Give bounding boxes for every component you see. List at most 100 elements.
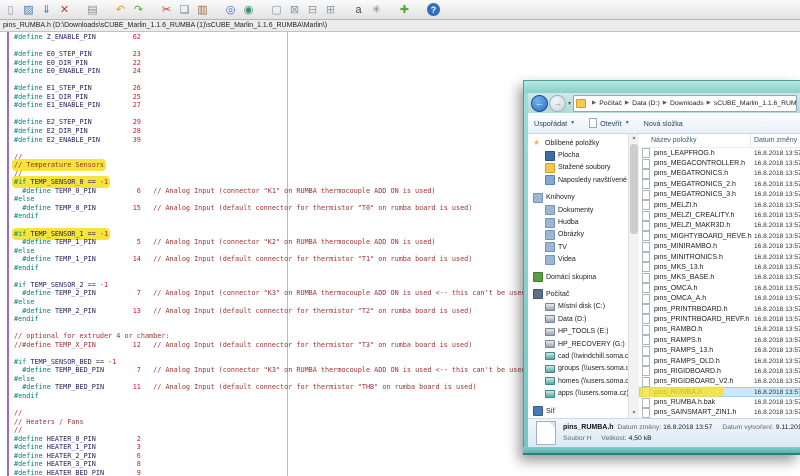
file-row[interactable]: pins_MINITRONICS.h16.8.2018 13:57 xyxy=(639,252,800,262)
sidebar-item-naposledy-nav-t-ven-[interactable]: Naposledy navštívené xyxy=(528,174,628,186)
sidebar-group-knihovny[interactable]: Knihovny xyxy=(528,192,628,204)
file-row[interactable]: pins_RAMPS_OLD.h16.8.2018 13:57 xyxy=(639,356,800,366)
code-line[interactable]: #define Z_ENABLE_PIN 62 xyxy=(14,33,624,42)
file-row[interactable]: pins_RIGIDBOARD_V2.h16.8.2018 13:57 xyxy=(639,377,800,387)
file-row[interactable]: pins_SAINSMART_ZIN1.h16.8.2018 13:57 xyxy=(639,408,800,418)
tools-icon[interactable]: ✳ xyxy=(368,2,385,18)
sidebar-item-groups-users-soma-cz-[interactable]: groups (\\users.soma.cz) xyxy=(528,363,628,375)
file-row[interactable]: pins_LEAPFROG.h16.8.2018 13:57 xyxy=(639,148,800,158)
file-row[interactable]: pins_MKS_BASE.h16.8.2018 13:57 xyxy=(639,273,800,283)
open-file-icon[interactable]: ▨ xyxy=(20,2,37,18)
file-row[interactable]: pins_MINIRAMBO.h16.8.2018 13:57 xyxy=(639,242,800,252)
breadcrumb[interactable]: ▶Počítač▶Data (D:)▶Downloads▶sCUBE_Marli… xyxy=(573,95,797,112)
folder-icon xyxy=(545,163,555,173)
organize-button[interactable]: Uspořádat▼ xyxy=(534,119,575,128)
back-button[interactable]: ← xyxy=(531,95,548,112)
split-horizontal-icon[interactable]: ⊟ xyxy=(304,2,321,18)
find-in-files-icon[interactable]: ◉ xyxy=(240,2,257,18)
scroll-down-icon[interactable]: ▼ xyxy=(629,409,639,418)
file-row[interactable]: pins_MIGHTYBOARD_REVE.h16.8.2018 13:57 xyxy=(639,231,800,241)
sidebar-group-s-[interactable]: Síť xyxy=(528,405,628,417)
column-name[interactable]: Název položky xyxy=(639,134,751,147)
code-line[interactable]: #define E0_STEP_PIN 23 xyxy=(14,50,624,59)
file-row[interactable]: pins_MEGACONTROLLER.h16.8.2018 13:57 xyxy=(639,158,800,168)
open-button[interactable]: Otevřít▼ xyxy=(589,118,630,128)
explorer-titlebar[interactable] xyxy=(523,80,800,94)
file-row[interactable]: pins_RAMPS_13.h16.8.2018 13:57 xyxy=(639,345,800,355)
column-date[interactable]: Datum změny xyxy=(751,137,800,144)
scrollbar-thumb[interactable] xyxy=(630,144,638,234)
file-row[interactable]: pins_MKS_13.h16.8.2018 13:57 xyxy=(639,262,800,272)
file-row[interactable]: pins_PRINTRBOARD.h16.8.2018 13:57 xyxy=(639,304,800,314)
paste-icon[interactable]: ▥ xyxy=(194,2,211,18)
breadcrumb-segment[interactable]: Počítač xyxy=(599,100,622,107)
new-file-icon[interactable]: ▯ xyxy=(2,2,19,18)
cut-icon[interactable]: ✂ xyxy=(158,2,175,18)
file-row[interactable]: pins_MELZI_CREALITY.h16.8.2018 13:57 xyxy=(639,210,800,220)
explorer-window[interactable]: ← → ▾ ▶Počítač▶Data (D:)▶Downloads▶sCUBE… xyxy=(523,80,800,455)
code-line[interactable]: #define HEATER_3_PIN 8 xyxy=(14,460,624,469)
breadcrumb-segment[interactable]: Data (D:) xyxy=(632,100,660,107)
breadcrumb-segment[interactable]: Downloads xyxy=(670,100,704,107)
file-row[interactable]: pins_MEGATRONICS_3.h16.8.2018 13:57 xyxy=(639,190,800,200)
sidebar-item-hudba[interactable]: Hudba xyxy=(528,216,628,228)
sidebar-item-obr-zky[interactable]: Obrázky xyxy=(528,229,628,241)
sidebar-item-cad-windchill-soma-cz-[interactable]: cad (\\windchill.soma.cz) xyxy=(528,350,628,362)
file-row[interactable]: pins_RIGIDBOARD.h16.8.2018 13:57 xyxy=(639,366,800,376)
file-row[interactable]: pins_PRINTRBOARD_REVF.h16.8.2018 13:57 xyxy=(639,314,800,324)
scroll-up-icon[interactable]: ▲ xyxy=(629,134,639,143)
sidebar-item-homes-users-soma-cz-[interactable]: homes (\\users.soma.cz) xyxy=(528,375,628,387)
navigation-pane[interactable]: ★Oblíbené položkyPlochaStažené souboryNa… xyxy=(528,134,628,418)
history-dropdown-icon[interactable]: ▾ xyxy=(568,100,571,107)
new-folder-button[interactable]: Nová složka xyxy=(644,119,683,128)
code-line[interactable] xyxy=(14,42,624,51)
file-row[interactable]: pins_MELZI_MAKR3D.h16.8.2018 13:57 xyxy=(639,221,800,231)
split-vertical-icon[interactable]: ⊞ xyxy=(322,2,339,18)
sidebar-group-dom-c-skupina[interactable]: Domácí skupina xyxy=(528,271,628,283)
code-line[interactable]: #define E0_ENABLE_PIN 24 xyxy=(14,67,624,76)
sidebar-item-plocha[interactable]: Plocha xyxy=(528,149,628,161)
sidebar-item-hp-tools-e-[interactable]: HP_TOOLS (E:) xyxy=(528,325,628,337)
help-icon[interactable]: ? xyxy=(427,3,440,16)
file-row[interactable]: pins_RUMBA.h16.8.2018 13:57 xyxy=(639,387,800,397)
sidebar-item-videa[interactable]: Videa xyxy=(528,254,628,266)
save-file-icon[interactable]: ⇓ xyxy=(38,2,55,18)
close-file-icon[interactable]: ✕ xyxy=(56,2,73,18)
sidebar-item-apps-users-soma-cz-z[interactable]: apps (\\users.soma.cz) (Z xyxy=(528,387,628,399)
sidebar-group-po-ta-[interactable]: Počítač xyxy=(528,288,628,300)
undo-icon[interactable]: ↶ xyxy=(112,2,129,18)
code-line[interactable]: #define E0_DIR_PIN 22 xyxy=(14,59,624,68)
file-date: 16.8.2018 13:57 xyxy=(754,212,800,219)
sidebar-item-m-stn-disk-c-[interactable]: Místní disk (C:) xyxy=(528,301,628,313)
file-icon xyxy=(642,283,650,293)
sidebar-item-dokumenty[interactable]: Dokumenty xyxy=(528,204,628,216)
sidebar-group-obl-ben-polo-ky[interactable]: ★Oblíbené položky xyxy=(528,137,628,149)
close-window-icon[interactable]: ⊠ xyxy=(286,2,303,18)
file-row[interactable]: pins_OMCA_A.h16.8.2018 13:57 xyxy=(639,293,800,303)
file-row[interactable]: pins_OMCA.h16.8.2018 13:57 xyxy=(639,283,800,293)
file-icon xyxy=(642,408,650,418)
file-row[interactable]: pins_MEGATRONICS_2.h16.8.2018 13:57 xyxy=(639,179,800,189)
redo-icon[interactable]: ↷ xyxy=(130,2,147,18)
text-search-icon[interactable]: a xyxy=(350,2,367,18)
file-row[interactable]: pins_RUMBA.h.bak16.8.2018 13:57 xyxy=(639,397,800,407)
code-line[interactable]: #define HEATER_BED_PIN 9 xyxy=(14,469,624,476)
sidebar-item-data-d-[interactable]: Data (D:) xyxy=(528,313,628,325)
find-icon[interactable]: ◎ xyxy=(222,2,239,18)
new-window-icon[interactable]: ▢ xyxy=(268,2,285,18)
sidebar-item-tv[interactable]: TV xyxy=(528,241,628,253)
file-row[interactable]: pins_MELZI.h16.8.2018 13:57 xyxy=(639,200,800,210)
sidebar-item-hp-recovery-g-[interactable]: HP_RECOVERY (G:) xyxy=(528,338,628,350)
sidebar-item-sta-en-soubory[interactable]: Stažené soubory xyxy=(528,162,628,174)
copy-icon[interactable]: ❏ xyxy=(176,2,193,18)
editor-tab-title[interactable]: pins_RUMBA.h (D:\Downloads\sCUBE_Marlin_… xyxy=(0,22,327,29)
forward-button[interactable]: → xyxy=(549,95,566,112)
breadcrumb-segment[interactable]: sCUBE_Marlin_1.1.6_RUMBA (1) xyxy=(714,100,797,107)
file-row[interactable]: pins_MEGATRONICS.h16.8.2018 13:57 xyxy=(639,169,800,179)
plugins-icon[interactable]: ✚ xyxy=(396,2,413,18)
navigation-scrollbar[interactable]: ▲ ▼ xyxy=(628,134,639,418)
print-icon[interactable]: ▤ xyxy=(84,2,101,18)
file-row[interactable]: pins_RAMBO.h16.8.2018 13:57 xyxy=(639,325,800,335)
chevron-down-icon: ▼ xyxy=(570,120,575,126)
file-row[interactable]: pins_RAMPS.h16.8.2018 13:57 xyxy=(639,335,800,345)
